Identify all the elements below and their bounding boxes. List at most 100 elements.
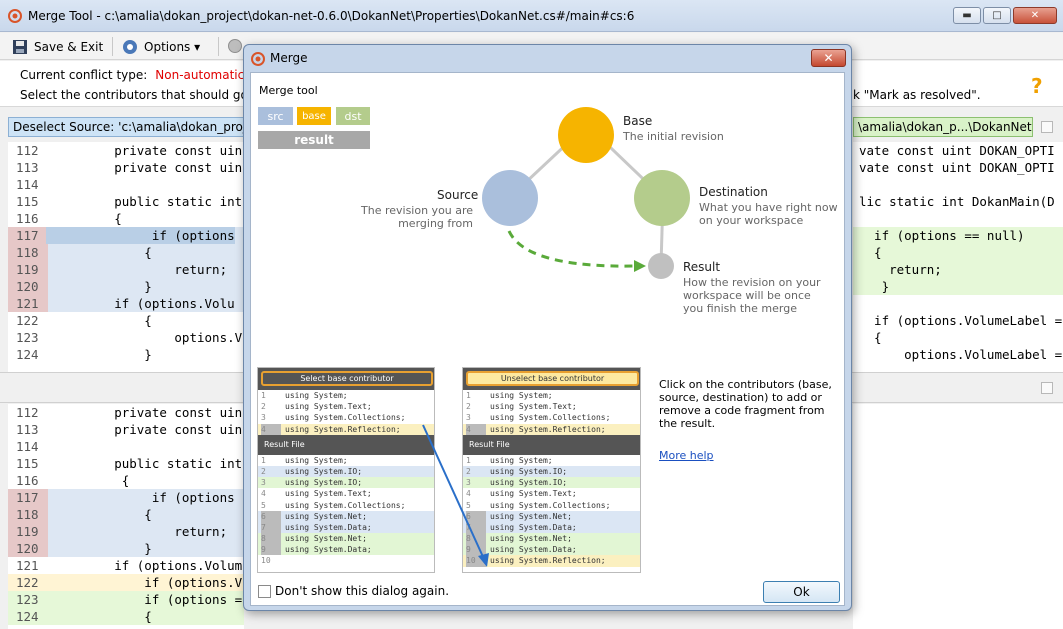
code-line: 112 private const uin [8,142,244,159]
code-text: vate const uint DOKAN_OPTI [859,160,1055,175]
code-line: } [853,278,1063,295]
code-text: { [54,313,152,328]
code-line: 115 public static int [8,193,244,210]
destination-file-button[interactable]: \amalia\dokan_p...\DokanNet.cs' [853,117,1033,137]
close-window-button[interactable]: ✕ [1013,7,1057,24]
conflict-type-label: Current conflict type: [20,68,148,82]
code-text: return; [54,524,228,539]
code-line: 113 private const uin [8,421,244,438]
example-arrow-line [422,424,485,560]
more-help-link[interactable]: More help [659,449,714,462]
code-text: } [54,347,152,362]
line-number: 118 [8,244,48,261]
code-line: options.VolumeLabel = [853,346,1063,363]
code-text: private const uin [54,143,243,158]
code-line: 119 return; [8,523,244,540]
code-text: } [54,541,152,556]
code-line: 123 if (options = [8,591,244,608]
result-code-pane-right [853,404,1063,629]
merge-dialog-titlebar: Merge ✕ [244,45,851,71]
minimize-button[interactable]: ▬ [953,7,981,24]
merge-dialog: Merge ✕ Merge tool src base dst result B… [243,44,852,611]
first-conflict-icon[interactable] [228,39,242,53]
line-number: 114 [16,177,39,192]
dialog-close-button[interactable]: ✕ [811,49,846,67]
code-text: { [54,507,152,522]
window-titlebar: Merge Tool - c:\amalia\dokan_project\dok… [0,0,1063,32]
code-text: if (options.V [54,575,243,590]
line-number: 121 [16,558,39,573]
code-line: 124 { [8,608,244,625]
line-number: 115 [16,456,39,471]
merge-dialog-body: Merge tool src base dst result Base The … [250,72,845,606]
destination-code-pane[interactable]: vate const uint DOKAN_OPTIvate const uin… [853,142,1063,372]
code-line: 117 if (options [8,227,244,244]
code-text: options.VolumeLabel = [859,347,1063,362]
line-number: 112 [16,143,39,158]
line-number: 117 [8,489,48,506]
code-text: lic static int DokanMain(D [859,194,1055,209]
code-line: { [853,244,1063,261]
dialog-instructions: Click on the contributors (base, source,… [659,378,832,430]
help-icon[interactable]: ? [1031,74,1043,98]
code-line: { [853,329,1063,346]
ok-button[interactable]: Ok [763,581,840,603]
code-line: 118 { [8,506,244,523]
code-text: { [54,473,130,488]
line-number: 116 [16,473,39,488]
code-text: vate const uint DOKAN_OPTI [859,143,1055,158]
result-pane-option-box[interactable] [1041,382,1053,394]
line-number: 114 [16,439,39,454]
save-exit-button[interactable]: Save & Exit [12,37,103,57]
code-text: private const uin [54,405,243,420]
instruction-text-left: Select the contributors that should go t… [20,88,273,102]
line-number: 112 [16,405,39,420]
code-text: return; [54,262,228,277]
instruction-text-right: k "Mark as resolved". [853,88,981,102]
code-text: private const uin [54,160,243,175]
line-number: 118 [8,506,48,523]
code-line: 121 if (options.Volu [8,295,244,312]
code-line: 114 [8,438,244,455]
code-line: if (options.VolumeLabel = [853,312,1063,329]
code-text: { [54,609,152,624]
line-number: 124 [16,609,39,624]
pane-option-box[interactable] [1041,121,1053,133]
line-number: 122 [16,575,39,590]
code-text: if (options.Volu [54,296,235,311]
options-menu-button[interactable]: Options ▾ [122,37,200,57]
line-number: 115 [16,194,39,209]
maximize-button[interactable]: □ [983,7,1011,24]
code-text: public static int [54,194,243,209]
plastic-app-icon [251,52,265,66]
dont-show-again-checkbox[interactable] [258,585,271,598]
line-number: 113 [16,160,39,175]
deselect-source-button[interactable]: Deselect Source: 'c:\amalia\dokan_projec… [8,117,254,137]
code-text: } [859,279,890,294]
code-line: 116 { [8,472,244,489]
code-text: if (options.VolumeLabel = [859,313,1063,328]
plastic-app-icon [8,9,22,23]
code-line: 115 public static int [8,455,244,472]
example-arrow [422,424,489,567]
code-text: if (options = [54,592,243,607]
code-text: return; [859,262,942,277]
source-code-pane[interactable]: 112 private const uin 113 private const u… [8,142,244,372]
example-arrowhead [478,553,489,567]
options-label: Options ▾ [144,40,201,54]
line-number: 123 [16,592,39,607]
code-line: if (options == null) [853,227,1063,244]
code-line: 122 { [8,312,244,329]
code-text: options.V [54,330,243,345]
code-line: 116 { [8,210,244,227]
line-number: 123 [16,330,39,345]
result-code-pane[interactable]: 112 private const uin 113 private const u… [8,404,244,629]
code-line: 117 if (options [8,489,244,506]
code-text: public static int [54,456,243,471]
dont-show-again-label[interactable]: Don't show this dialog again. [275,584,449,598]
merge-dialog-title: Merge [270,51,308,65]
line-number: 117 [8,227,48,244]
line-number: 119 [8,523,48,540]
